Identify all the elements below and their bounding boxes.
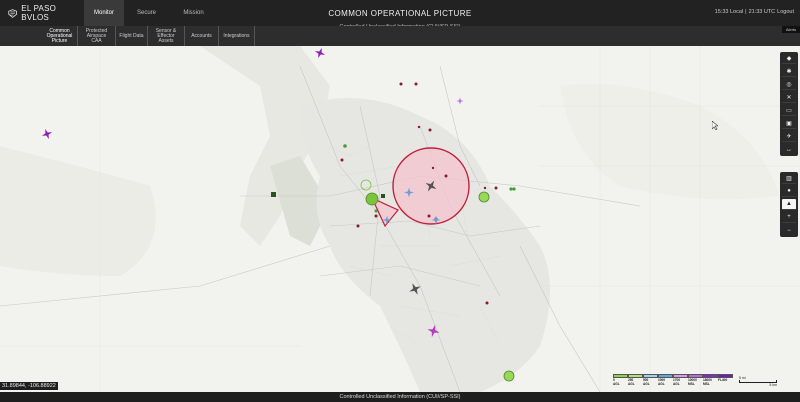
legend-band: 1000 AGL [658,374,673,386]
target-icon[interactable]: ◎ [782,79,796,90]
utc-time: 21:33 UTC [748,9,776,15]
legend-band: 250 AGL [628,374,643,386]
sub-nav: Common Operational Picture Protected Airspa… [0,26,800,46]
map-icon[interactable]: ▥ [782,173,796,184]
camera-icon[interactable]: ▣ [782,118,796,129]
legend-label: FL400 [718,378,728,382]
main-tabs: Monitor Secure Mission [84,0,218,26]
legend-label: 1000 AGL [658,378,666,386]
airplane-icon[interactable]: ✈ [782,131,796,142]
tab-mission[interactable]: Mission [169,0,218,26]
aircraft-icon[interactable] [313,46,327,59]
basemap [0,46,800,392]
legend-band: 500 AGL [643,374,658,386]
top-bar: EL PASO BVLOS Monitor Secure Mission COM… [0,0,800,30]
subnav-label: Assets [158,37,174,44]
legend-label: 18000 MSL [703,378,712,386]
legend-band: 18000 MSL [703,374,718,386]
distance-icon[interactable]: ↔ [782,144,796,155]
subnav-sensor-effector-assets[interactable]: Sensor & Effector Assets [148,26,185,46]
marker-icon[interactable]: ▲ [782,199,796,210]
aircraft-icon[interactable] [423,179,439,193]
aircraft-icon[interactable] [426,324,441,338]
time-separator: | [745,9,747,15]
scale-label-km: 5 km [769,383,777,387]
logout-link[interactable]: Logout [777,9,794,15]
ground-asset[interactable] [271,192,276,197]
cursor-coordinates: 31.89844, -106.88922 [0,382,58,390]
legend-label: 500 AGL [643,378,650,386]
legend-label: 1700 AGL [673,378,681,386]
scale-bar: 5 mi 5 km [739,376,777,387]
legend-band: 0 AGL [613,374,628,386]
tools-icon[interactable]: ✕ [782,92,796,103]
local-time: 15:33 Local [714,9,744,15]
legend-band: 10000 MSL [688,374,703,386]
brand-name: EL PASO BVLOS [21,4,57,22]
legend-swatch [613,374,628,378]
legend-label: 0 AGL [613,378,620,386]
legend-label: 10000 MSL [688,378,697,386]
gear-icon[interactable]: ✱ [782,66,796,77]
legend-label: 250 AGL [628,378,635,386]
tab-secure[interactable]: Secure [124,0,169,26]
clock-and-logout: 15:33 Local | 21:33 UTC Logout [715,9,794,15]
layers-icon[interactable]: ◆ [782,53,796,64]
aircraft-icon[interactable] [430,212,442,225]
page-title: COMMON OPERATIONAL PICTURE [328,9,472,18]
subnav-label: CAA [91,37,102,44]
subnav-flight-data[interactable]: Flight Data [116,26,148,46]
legend-band: 1700 AGL [673,374,688,386]
legend-band: FL400 [718,374,733,386]
aircraft-icon[interactable] [455,92,465,105]
zoom-in-icon[interactable]: + [782,212,796,223]
zoom-out-icon[interactable]: − [782,225,796,236]
map-controls-secondary: ▥ ● ▲ + − [780,172,798,237]
aircraft-icon[interactable] [407,282,423,296]
subnav-accounts[interactable]: Accounts [185,26,219,46]
pin-icon[interactable]: ● [782,186,796,197]
subnav-label: Accounts [191,32,212,39]
mouse-cursor-icon [712,121,718,130]
subnav-integrations[interactable]: Integrations [219,26,255,46]
aircraft-icon[interactable] [403,185,415,198]
subnav-label: Integrations [223,32,250,39]
subnav-label: Flight Data [119,32,144,39]
map-controls-primary: ◆ ✱ ◎ ✕ ▭ ▣ ✈ ↔ [780,52,798,156]
ruler-icon[interactable]: ▭ [782,105,796,116]
map-canvas[interactable] [0,46,800,392]
subnav-common-operational-picture[interactable]: Common Operational Picture [42,26,78,46]
brand-logo-icon [8,8,17,18]
subnav-label: Picture [51,37,68,44]
altitude-legend: 0 AGL 250 AGL 500 AGL 1000 AGL 1700 AGL 10000 MSL 18… [613,374,733,386]
subnav-protected-airspace[interactable]: Protected Airspace CAA [78,26,116,46]
tab-monitor[interactable]: Monitor [84,0,124,26]
classification-banner-bottom: Controlled Unclassified Information (CUI… [0,392,800,402]
aircraft-icon[interactable] [382,212,392,225]
alerts-chip[interactable]: Alerts [782,26,800,33]
aircraft-icon[interactable] [40,127,54,140]
brand[interactable]: EL PASO BVLOS [0,0,84,26]
